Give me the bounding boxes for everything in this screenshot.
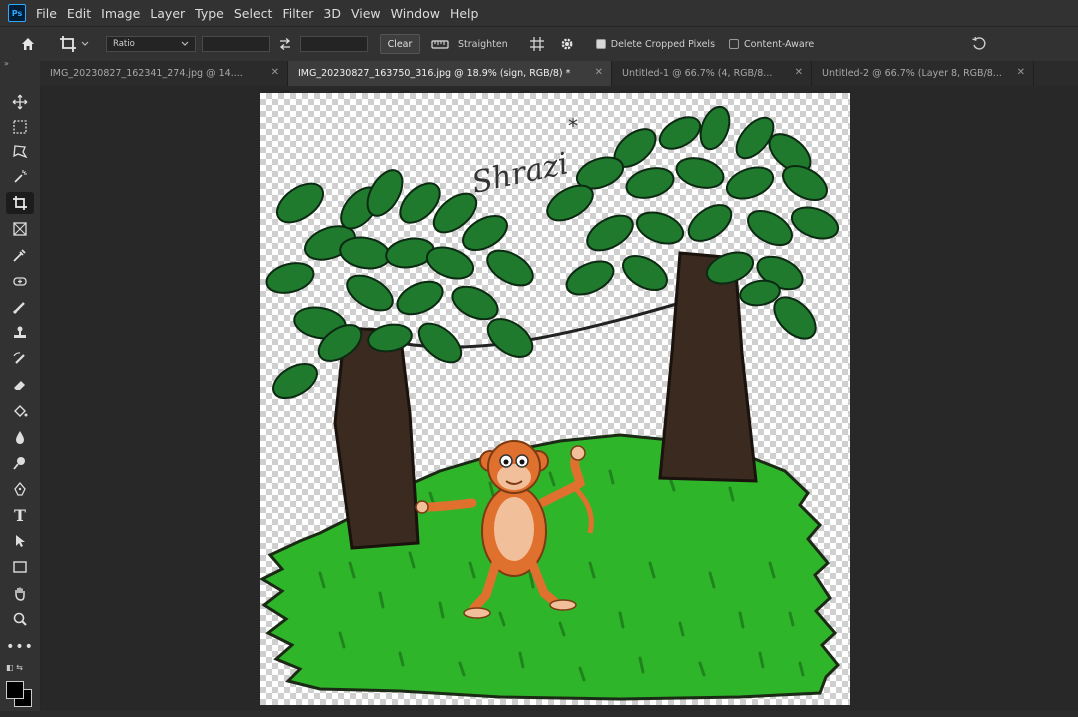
paint-bucket-tool-icon[interactable] xyxy=(6,400,34,422)
eraser-tool-icon[interactable] xyxy=(6,374,34,396)
document-tabs: IMG_20230827_162341_274.jpg @ 14.... ✕ I… xyxy=(40,61,1078,86)
close-icon[interactable]: ✕ xyxy=(595,67,603,78)
swap-icon[interactable] xyxy=(270,38,300,50)
close-icon[interactable]: ✕ xyxy=(1017,67,1025,78)
menu-file[interactable]: File xyxy=(36,6,57,21)
marquee-tool-icon[interactable] xyxy=(6,116,34,138)
tab-document-1[interactable]: IMG_20230827_162341_274.jpg @ 14.... ✕ xyxy=(40,61,288,86)
default-colors-icon[interactable]: ◧ ⇆ xyxy=(6,663,23,672)
menu-layer[interactable]: Layer xyxy=(150,6,185,21)
content-aware-label[interactable]: Content-Aware xyxy=(744,39,814,50)
close-icon[interactable]: ✕ xyxy=(795,67,803,78)
reset-icon[interactable] xyxy=(970,35,988,53)
chevron-down-icon xyxy=(181,41,189,46)
delete-cropped-checkbox[interactable] xyxy=(595,39,606,49)
move-tool-icon[interactable] xyxy=(6,91,34,113)
width-ratio-input[interactable] xyxy=(202,36,270,52)
right-tree-trunk xyxy=(658,251,758,483)
tools-panel: » T ••• ◧ ⇆ xyxy=(0,59,41,717)
zoom-tool-icon[interactable] xyxy=(6,608,34,630)
blur-tool-icon[interactable] xyxy=(6,426,34,448)
path-selection-tool-icon[interactable] xyxy=(6,530,34,552)
menu-window[interactable]: Window xyxy=(391,6,440,21)
menu-bar: Ps File Edit Image Layer Type Select Fil… xyxy=(0,0,1078,26)
ratio-label: Ratio xyxy=(113,39,135,49)
healing-brush-tool-icon[interactable] xyxy=(6,270,34,292)
tab-label: IMG_20230827_162341_274.jpg @ 14.... xyxy=(50,68,243,79)
overlay-grid-icon[interactable] xyxy=(526,36,548,52)
menu-type[interactable]: Type xyxy=(195,6,224,21)
tab-untitled-2[interactable]: Untitled-2 @ 66.7% (Layer 8, RGB/8... ✕ xyxy=(812,61,1034,86)
menu-3d[interactable]: 3D xyxy=(323,6,341,21)
document-canvas[interactable]: Shrazi * xyxy=(258,93,850,705)
menu-image[interactable]: Image xyxy=(101,6,140,21)
stamp-tool-icon[interactable] xyxy=(6,322,34,344)
left-tree-trunk xyxy=(333,326,420,550)
menu-view[interactable]: View xyxy=(351,6,381,21)
more-tools-icon[interactable]: ••• xyxy=(6,636,34,658)
history-brush-tool-icon[interactable] xyxy=(6,348,34,370)
menu-edit[interactable]: Edit xyxy=(67,6,91,21)
artwork-illustration: Shrazi * xyxy=(258,105,841,701)
close-icon[interactable]: ✕ xyxy=(271,67,279,78)
menu-help[interactable]: Help xyxy=(450,6,479,21)
collapse-icon[interactable]: » xyxy=(4,59,9,68)
menu-filter[interactable]: Filter xyxy=(282,6,313,21)
magic-wand-tool-icon[interactable] xyxy=(6,166,34,188)
height-ratio-input[interactable] xyxy=(300,36,368,52)
tab-label: IMG_20230827_163750_316.jpg @ 18.9% (sig… xyxy=(298,68,571,79)
type-tool-icon[interactable]: T xyxy=(6,504,34,526)
eyedropper-tool-icon[interactable] xyxy=(6,244,34,266)
menu-select[interactable]: Select xyxy=(234,6,273,21)
rectangle-tool-icon[interactable] xyxy=(6,556,34,578)
tab-label: Untitled-2 @ 66.7% (Layer 8, RGB/8... xyxy=(822,68,1002,79)
hand-tool-icon[interactable] xyxy=(6,582,34,604)
clear-button[interactable]: Clear xyxy=(380,34,420,54)
straighten-icon[interactable] xyxy=(430,38,450,50)
crop-tool-icon[interactable] xyxy=(6,192,34,214)
chevron-down-icon[interactable] xyxy=(80,41,90,47)
tab-label: Untitled-1 @ 66.7% (4, RGB/8... xyxy=(622,68,773,79)
status-bar xyxy=(0,711,1078,717)
foreground-color-swatch[interactable] xyxy=(6,681,24,699)
delete-cropped-label[interactable]: Delete Cropped Pixels xyxy=(611,39,715,50)
content-aware-checkbox[interactable] xyxy=(729,39,740,49)
options-bar: Ratio Clear Straighten Delete Cropped Pi… xyxy=(0,26,1078,62)
lasso-tool-icon[interactable] xyxy=(6,141,34,163)
photoshop-logo-icon[interactable]: Ps xyxy=(8,4,26,22)
home-icon[interactable] xyxy=(14,36,42,52)
tab-document-2[interactable]: IMG_20230827_163750_316.jpg @ 18.9% (sig… xyxy=(288,61,612,86)
dodge-tool-icon[interactable] xyxy=(6,452,34,474)
gear-icon[interactable] xyxy=(556,36,578,52)
artist-signature: Shrazi xyxy=(469,146,572,201)
tab-untitled-1[interactable]: Untitled-1 @ 66.7% (4, RGB/8... ✕ xyxy=(612,61,812,86)
straighten-label[interactable]: Straighten xyxy=(458,39,508,50)
brush-tool-icon[interactable] xyxy=(6,296,34,318)
signature-star: * xyxy=(568,114,578,138)
ratio-select[interactable]: Ratio xyxy=(106,36,196,52)
pen-tool-icon[interactable] xyxy=(6,478,34,500)
crop-tool-preset-icon[interactable] xyxy=(56,35,80,53)
frame-tool-icon[interactable] xyxy=(6,218,34,240)
